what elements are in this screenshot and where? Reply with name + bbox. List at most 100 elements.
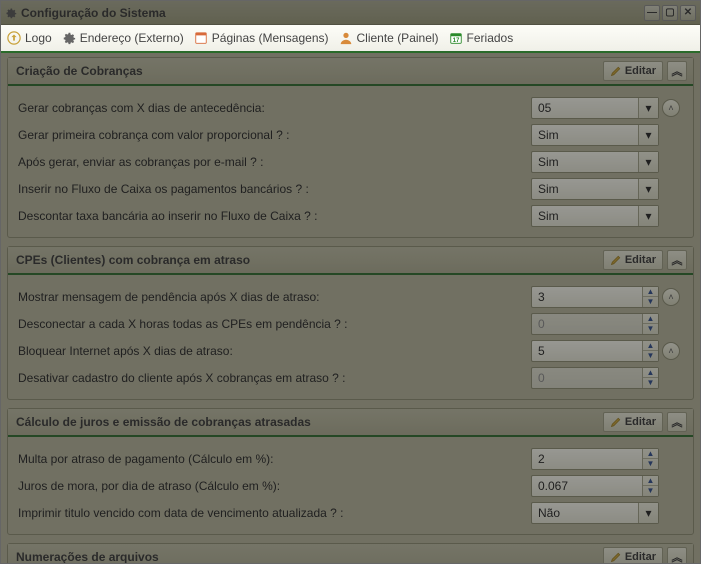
combo-taxa[interactable]: Sim ▾ <box>531 205 659 227</box>
spin-up-icon: ▲ <box>643 314 658 325</box>
spinner-desativar: 0 ▲▼ <box>531 367 659 389</box>
field-fluxo: Inserir no Fluxo de Caixa os pagamentos … <box>18 175 683 202</box>
spinner-multa[interactable]: 2 ▲▼ <box>531 448 659 470</box>
field-label: Mostrar mensagem de pendência após X dia… <box>18 290 531 304</box>
toggle-button[interactable]: ˄ <box>662 342 680 360</box>
spin-down-icon[interactable]: ▼ <box>643 297 658 307</box>
chevron-down-icon[interactable]: ▾ <box>638 503 658 523</box>
config-window: Configuração do Sistema — ▢ ✕ Logo Ender… <box>0 0 701 564</box>
field-imprimir: Imprimir titulo vencido com data de venc… <box>18 499 683 526</box>
field-proporcional: Gerar primeira cobrança com valor propor… <box>18 121 683 148</box>
panel-cpes-atraso: CPEs (Clientes) com cobrança em atraso E… <box>7 246 694 400</box>
toggle-button[interactable]: ˄ <box>662 288 680 306</box>
chevron-down-icon[interactable]: ▾ <box>638 152 658 172</box>
panel-numeracoes: Numerações de arquivos Editar ︽ Número s… <box>7 543 694 563</box>
chevron-down-icon[interactable]: ▾ <box>638 98 658 118</box>
gear-icon <box>62 31 76 45</box>
chevron-down-icon[interactable]: ▾ <box>638 125 658 145</box>
content-area: Criação de Cobranças Editar ︽ Gerar cobr… <box>1 53 700 563</box>
tab-label: Logo <box>25 31 52 45</box>
field-antecedencia: Gerar cobranças com X dias de antecedênc… <box>18 94 683 121</box>
panel-title: Criação de Cobranças <box>16 64 599 78</box>
field-mora: Juros de mora, por dia de atraso (Cálcul… <box>18 472 683 499</box>
field-email: Após gerar, enviar as cobranças por e-ma… <box>18 148 683 175</box>
tab-paginas[interactable]: Páginas (Mensagens) <box>194 31 329 45</box>
tab-label: Páginas (Mensagens) <box>212 31 329 45</box>
tab-feriados[interactable]: 17 Feriados <box>449 31 514 45</box>
spinner-bloquear[interactable]: 5 ▲▼ <box>531 340 659 362</box>
field-taxa: Descontar taxa bancária ao inserir no Fl… <box>18 202 683 229</box>
edit-button[interactable]: Editar <box>603 61 663 81</box>
field-label: Desativar cadastro do cliente após X cob… <box>18 371 531 385</box>
panel-title: Cálculo de juros e emissão de cobranças … <box>16 415 599 429</box>
edit-button[interactable]: Editar <box>603 412 663 432</box>
field-label: Juros de mora, por dia de atraso (Cálcul… <box>18 479 531 493</box>
minimize-button[interactable]: — <box>644 5 660 21</box>
titlebar: Configuração do Sistema — ▢ ✕ <box>1 1 700 25</box>
combo-antecedencia[interactable]: 05 ▾ <box>531 97 659 119</box>
spin-up-icon[interactable]: ▲ <box>643 476 658 487</box>
field-label: Gerar primeira cobrança com valor propor… <box>18 128 531 142</box>
combo-fluxo[interactable]: Sim ▾ <box>531 178 659 200</box>
panel-header: Numerações de arquivos Editar ︽ <box>8 544 693 563</box>
panel-header: Criação de Cobranças Editar ︽ <box>8 58 693 86</box>
tab-label: Feriados <box>467 31 514 45</box>
combo-proporcional[interactable]: Sim ▾ <box>531 124 659 146</box>
collapse-button[interactable]: ︽ <box>667 250 687 270</box>
pencil-icon <box>610 551 622 563</box>
edit-button[interactable]: Editar <box>603 250 663 270</box>
pencil-icon <box>610 416 622 428</box>
field-bloquear: Bloquear Internet após X dias de atraso:… <box>18 337 683 364</box>
field-label: Descontar taxa bancária ao inserir no Fl… <box>18 209 531 223</box>
combo-imprimir[interactable]: Não ▾ <box>531 502 659 524</box>
combo-email[interactable]: Sim ▾ <box>531 151 659 173</box>
svg-text:17: 17 <box>452 37 459 44</box>
spinner-mora[interactable]: 0.067 ▲▼ <box>531 475 659 497</box>
spin-up-icon: ▲ <box>643 368 658 379</box>
panel-title: CPEs (Clientes) com cobrança em atraso <box>16 253 599 267</box>
panel-header: CPEs (Clientes) com cobrança em atraso E… <box>8 247 693 275</box>
spin-down-icon: ▼ <box>643 324 658 334</box>
tab-logo[interactable]: Logo <box>7 31 52 45</box>
field-label: Desconectar a cada X horas todas as CPEs… <box>18 317 531 331</box>
tab-cliente[interactable]: Cliente (Painel) <box>339 31 439 45</box>
toolbar: Logo Endereço (Externo) Páginas (Mensage… <box>1 25 700 53</box>
panel-title: Numerações de arquivos <box>16 550 599 563</box>
chevron-down-icon[interactable]: ▾ <box>638 179 658 199</box>
field-label: Multa por atraso de pagamento (Cálculo e… <box>18 452 531 466</box>
spin-down-icon[interactable]: ▼ <box>643 486 658 496</box>
toggle-button[interactable]: ˄ <box>662 99 680 117</box>
spinner-mensagem[interactable]: 3 ▲▼ <box>531 286 659 308</box>
collapse-button[interactable]: ︽ <box>667 547 687 563</box>
field-label: Gerar cobranças com X dias de antecedênc… <box>18 101 531 115</box>
calendar-icon: 17 <box>449 31 463 45</box>
spin-down-icon[interactable]: ▼ <box>643 459 658 469</box>
spinner-desconectar: 0 ▲▼ <box>531 313 659 335</box>
upload-icon <box>7 31 21 45</box>
field-multa: Multa por atraso de pagamento (Cálculo e… <box>18 445 683 472</box>
tab-endereco[interactable]: Endereço (Externo) <box>62 31 184 45</box>
collapse-button[interactable]: ︽ <box>667 61 687 81</box>
spin-up-icon[interactable]: ▲ <box>643 449 658 460</box>
spin-up-icon[interactable]: ▲ <box>643 341 658 352</box>
tab-label: Endereço (Externo) <box>80 31 184 45</box>
field-label: Inserir no Fluxo de Caixa os pagamentos … <box>18 182 531 196</box>
field-label: Após gerar, enviar as cobranças por e-ma… <box>18 155 531 169</box>
window-title: Configuração do Sistema <box>21 6 166 20</box>
field-label: Bloquear Internet após X dias de atraso: <box>18 344 531 358</box>
user-icon <box>339 31 353 45</box>
field-desativar: Desativar cadastro do cliente após X cob… <box>18 364 683 391</box>
spin-up-icon[interactable]: ▲ <box>643 287 658 298</box>
pencil-icon <box>610 254 622 266</box>
collapse-button[interactable]: ︽ <box>667 412 687 432</box>
spin-down-icon: ▼ <box>643 378 658 388</box>
field-desconectar: Desconectar a cada X horas todas as CPEs… <box>18 310 683 337</box>
maximize-button[interactable]: ▢ <box>662 5 678 21</box>
close-button[interactable]: ✕ <box>680 5 696 21</box>
gear-icon <box>5 7 17 19</box>
edit-button[interactable]: Editar <box>603 547 663 563</box>
field-label: Imprimir titulo vencido com data de venc… <box>18 506 531 520</box>
pencil-icon <box>610 65 622 77</box>
chevron-down-icon[interactable]: ▾ <box>638 206 658 226</box>
spin-down-icon[interactable]: ▼ <box>643 351 658 361</box>
